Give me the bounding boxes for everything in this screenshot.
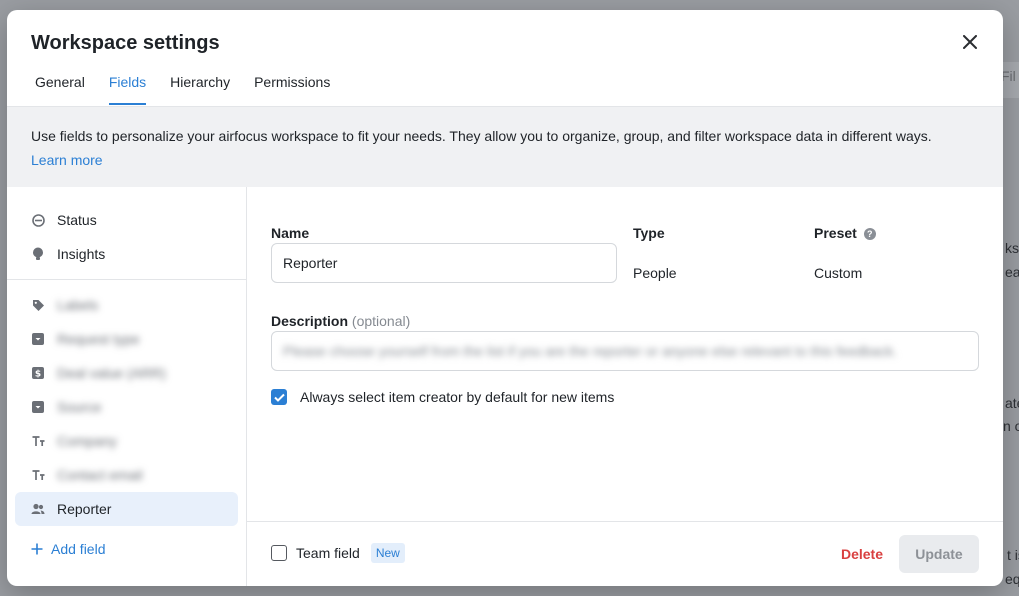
plus-icon bbox=[31, 543, 43, 555]
background-text: Fil bbox=[1001, 68, 1016, 84]
team-field-checkbox[interactable] bbox=[271, 545, 287, 561]
people-icon bbox=[31, 502, 45, 516]
background-text: ksp bbox=[1005, 240, 1019, 256]
background-text: eat bbox=[1005, 264, 1019, 280]
tag-icon bbox=[31, 298, 45, 312]
default-creator-option: Always select item creator by default fo… bbox=[271, 389, 614, 405]
check-icon bbox=[273, 393, 285, 402]
bulb-icon bbox=[31, 247, 45, 261]
modal-header: Workspace settings General Fields Hierar… bbox=[7, 10, 1003, 107]
dropdown-icon bbox=[31, 400, 45, 414]
preset-label: Preset ? bbox=[814, 225, 876, 241]
settings-tabs: General Fields Hierarchy Permissions bbox=[35, 74, 330, 105]
sidebar-item-label: Company bbox=[57, 433, 117, 449]
close-icon bbox=[963, 35, 977, 49]
sidebar-item-label: Reporter bbox=[57, 501, 112, 517]
new-badge: New bbox=[370, 543, 405, 563]
text-icon bbox=[31, 468, 45, 482]
description-input[interactable]: Please choose yourself from the list if … bbox=[271, 331, 979, 371]
tab-fields[interactable]: Fields bbox=[108, 74, 147, 105]
help-icon[interactable]: ? bbox=[863, 228, 876, 240]
add-field-button[interactable]: Add field bbox=[31, 541, 105, 557]
sidebar-item-source[interactable]: Source bbox=[15, 390, 238, 424]
sidebar-item-contact-email[interactable]: Contact email bbox=[15, 458, 238, 492]
sidebar-item-label: Request type bbox=[57, 331, 140, 347]
background-text: equ bbox=[1005, 571, 1019, 587]
fields-content: Status Insights Labels Request type $ De… bbox=[7, 187, 1003, 586]
sidebar-item-reporter[interactable]: Reporter bbox=[15, 492, 238, 526]
info-text: Use fields to personalize your airfocus … bbox=[31, 128, 932, 144]
status-icon bbox=[31, 213, 45, 227]
info-banner: Use fields to personalize your airfocus … bbox=[7, 107, 1003, 187]
delete-button[interactable]: Delete bbox=[841, 546, 883, 562]
dollar-icon: $ bbox=[31, 366, 45, 380]
optional-hint: (optional) bbox=[351, 313, 411, 329]
background-text: ate bbox=[1005, 395, 1019, 411]
name-input[interactable] bbox=[271, 243, 617, 283]
svg-text:$: $ bbox=[35, 370, 41, 380]
description-text: Please choose yourself from the list if … bbox=[283, 343, 897, 359]
preset-value: Custom bbox=[814, 265, 863, 281]
sidebar-item-labels[interactable]: Labels bbox=[15, 288, 238, 322]
sidebar-item-label: Labels bbox=[57, 297, 99, 313]
default-creator-label: Always select item creator by default fo… bbox=[300, 389, 615, 405]
sidebar-item-deal-value[interactable]: $ Deal value (ARR) bbox=[15, 356, 238, 390]
sidebar-divider bbox=[7, 279, 246, 280]
editor-footer: Team field New Delete Update bbox=[247, 521, 1003, 586]
sidebar-item-insights[interactable]: Insights bbox=[15, 237, 238, 271]
description-label: Description (optional) bbox=[271, 313, 410, 329]
name-label: Name bbox=[271, 225, 310, 241]
field-editor: Name Type Preset ? People Custom Descrip… bbox=[247, 187, 1003, 586]
workspace-settings-modal: Workspace settings General Fields Hierar… bbox=[7, 10, 1003, 586]
close-button[interactable] bbox=[959, 31, 981, 53]
sidebar-item-label: Source bbox=[57, 399, 102, 415]
fields-sidebar: Status Insights Labels Request type $ De… bbox=[7, 187, 247, 586]
tab-permissions[interactable]: Permissions bbox=[254, 74, 330, 105]
description-label-text: Description bbox=[271, 313, 349, 329]
sidebar-item-company[interactable]: Company bbox=[15, 424, 238, 458]
background-text: t is bbox=[1007, 547, 1019, 563]
tab-hierarchy[interactable]: Hierarchy bbox=[170, 74, 230, 105]
type-label: Type bbox=[633, 225, 665, 241]
dropdown-icon bbox=[31, 332, 45, 346]
sidebar-item-label: Insights bbox=[57, 246, 106, 262]
sidebar-item-request-type[interactable]: Request type bbox=[15, 322, 238, 356]
learn-more-link[interactable]: Learn more bbox=[31, 148, 979, 172]
sidebar-item-label: Status bbox=[57, 212, 97, 228]
background-text: n ou bbox=[1003, 418, 1019, 434]
sidebar-item-label: Contact email bbox=[57, 467, 143, 483]
default-creator-checkbox[interactable] bbox=[271, 389, 287, 405]
modal-title: Workspace settings bbox=[31, 32, 220, 54]
add-field-label: Add field bbox=[51, 541, 106, 557]
tab-general[interactable]: General bbox=[35, 74, 85, 105]
team-field-label: Team field bbox=[296, 545, 360, 561]
text-icon bbox=[31, 434, 45, 448]
team-field-option: Team field New bbox=[271, 543, 405, 563]
update-button[interactable]: Update bbox=[899, 535, 979, 573]
preset-label-text: Preset bbox=[814, 225, 857, 241]
sidebar-item-status[interactable]: Status bbox=[15, 203, 238, 237]
sidebar-item-label: Deal value (ARR) bbox=[57, 365, 166, 381]
type-value: People bbox=[633, 265, 677, 281]
